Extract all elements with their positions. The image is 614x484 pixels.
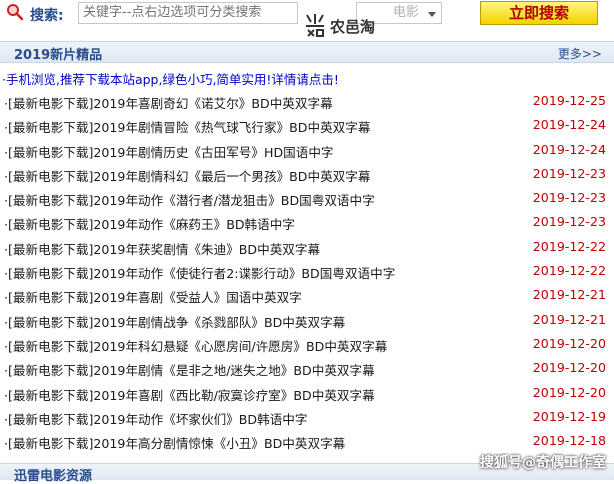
app-notice-link[interactable]: ·手机浏览,推荐下载本站app,绿色小巧,简单实用!详情请点击! xyxy=(2,69,339,88)
source-watermark: 搜狐号@奇偶工作室 xyxy=(480,455,606,471)
movie-title-link[interactable]: ·[最新电影下载]2019年动作《麻药王》BD韩语中字 xyxy=(4,214,295,233)
more-link[interactable]: 更多>> xyxy=(558,45,602,62)
movie-row: ·[最新电影下载]2019年动作《麻药王》BD韩语中字 2019-12-23 xyxy=(0,211,614,235)
movie-row: ·[最新电影下载]2019年喜剧奇幻《诺艾尔》BD中英双字幕 2019-12-25 xyxy=(0,90,614,114)
movie-title-link[interactable]: ·[最新电影下载]2019年剧情《是非之地/迷失之地》BD中英双字幕 xyxy=(4,360,375,379)
movie-row: ·[最新电影下载]2019年高分剧情惊悚《小丑》BD中英双字幕 2019-12-1… xyxy=(0,430,614,454)
movie-row: ·[最新电影下载]2019年获奖剧情《朱迪》BD中英双字幕 2019-12-22 xyxy=(0,236,614,260)
movie-row: ·[最新电影下载]2019年剧情冒险《热气球飞行家》BD中英双字幕 2019-12… xyxy=(0,114,614,138)
search-icon xyxy=(6,3,24,21)
movie-row: ·[最新电影下载]2019年喜剧《西比勒/寂寞诊疗室》BD中英双字幕 2019-1… xyxy=(0,382,614,406)
movie-date: 2019-12-23 xyxy=(532,190,606,206)
movie-row: ·[最新电影下载]2019年喜剧《受益人》国语中英双字 2019-12-21 xyxy=(0,284,614,308)
movie-date: 2019-12-22 xyxy=(532,263,606,279)
movie-title-link[interactable]: ·[最新电影下载]2019年科幻悬疑《心愿房间/许愿房》BD中英双字幕 xyxy=(4,336,387,355)
category-select-value: 电影 xyxy=(393,5,420,20)
movie-row: ·[最新电影下载]2019年动作《坏家伙们》BD韩语中字 2019-12-19 xyxy=(0,406,614,430)
section-header: 2019新片精品 更多>> xyxy=(0,41,614,63)
movie-row: ·[最新电影下载]2019年剧情科幻《最后一个男孩》BD中英双字幕 2019-12… xyxy=(0,163,614,187)
watermark-logo: 农邑淘 xyxy=(303,12,393,42)
movie-row: ·[最新电影下载]2019年科幻悬疑《心愿房间/许愿房》BD中英双字幕 2019-… xyxy=(0,333,614,357)
movie-date: 2019-12-21 xyxy=(532,311,606,327)
watermark-brand: 农邑淘 xyxy=(330,18,376,36)
search-input[interactable] xyxy=(78,2,298,24)
movie-date: 2019-12-20 xyxy=(532,360,606,376)
movie-date: 2019-12-18 xyxy=(532,433,606,449)
movie-title-link[interactable]: ·[最新电影下载]2019年喜剧《西比勒/寂寞诊疗室》BD中英双字幕 xyxy=(4,385,375,404)
movie-date: 2019-12-20 xyxy=(532,335,606,351)
movie-date: 2019-12-22 xyxy=(532,238,606,254)
search-label: 搜索: xyxy=(30,8,64,24)
movie-row: ·[最新电影下载]2019年剧情战争《杀戮部队》BD中英双字幕 2019-12-2… xyxy=(0,309,614,333)
movie-row: ·[最新电影下载]2019年动作《潜行者/潜龙狙击》BD国粤双语中字 2019-1… xyxy=(0,187,614,211)
movie-date: 2019-12-24 xyxy=(532,117,606,133)
movie-title-link[interactable]: ·[最新电影下载]2019年剧情战争《杀戮部队》BD中英双字幕 xyxy=(4,312,345,331)
bottom-section-title: 迅雷电影资源 xyxy=(14,469,93,484)
movie-date: 2019-12-19 xyxy=(532,408,606,424)
movie-title-link[interactable]: ·[最新电影下载]2019年喜剧奇幻《诺艾尔》BD中英双字幕 xyxy=(4,93,333,112)
movie-row: ·[最新电影下载]2019年动作《使徒行者2:谍影行动》BD国粤双语中字 2019… xyxy=(0,260,614,284)
search-button[interactable]: 立即搜索 xyxy=(480,1,598,25)
movie-list: ·[最新电影下载]2019年喜剧奇幻《诺艾尔》BD中英双字幕 2019-12-25… xyxy=(0,90,614,454)
movie-date: 2019-12-23 xyxy=(532,214,606,230)
movie-date: 2019-12-25 xyxy=(532,93,606,108)
section-title: 2019新片精品 xyxy=(14,48,103,63)
movie-title-link[interactable]: ·[最新电影下载]2019年剧情历史《古田军号》HD国语中字 xyxy=(4,142,334,161)
chevron-down-icon xyxy=(427,7,437,19)
movie-title-link[interactable]: ·[最新电影下载]2019年高分剧情惊悚《小丑》BD中英双字幕 xyxy=(4,433,345,452)
movie-title-link[interactable]: ·[最新电影下载]2019年喜剧《受益人》国语中英双字 xyxy=(4,287,302,306)
movie-title-link[interactable]: ·[最新电影下载]2019年动作《使徒行者2:谍影行动》BD国粤双语中字 xyxy=(4,263,395,282)
movie-date: 2019-12-20 xyxy=(532,384,606,400)
movie-date: 2019-12-24 xyxy=(532,141,606,157)
movie-title-link[interactable]: ·[最新电影下载]2019年动作《坏家伙们》BD韩语中字 xyxy=(4,409,308,428)
movie-row: ·[最新电影下载]2019年剧情历史《古田军号》HD国语中字 2019-12-24 xyxy=(0,139,614,163)
movie-title-link[interactable]: ·[最新电影下载]2019年剧情科幻《最后一个男孩》BD中英双字幕 xyxy=(4,166,370,185)
movie-title-link[interactable]: ·[最新电影下载]2019年剧情冒险《热气球飞行家》BD中英双字幕 xyxy=(4,117,370,136)
watermark-mark-icon xyxy=(303,12,327,42)
movie-date: 2019-12-23 xyxy=(532,165,606,181)
movie-title-link[interactable]: ·[最新电影下载]2019年获奖剧情《朱迪》BD中英双字幕 xyxy=(4,239,320,258)
movie-row: ·[最新电影下载]2019年剧情《是非之地/迷失之地》BD中英双字幕 2019-1… xyxy=(0,357,614,381)
movie-title-link[interactable]: ·[最新电影下载]2019年动作《潜行者/潜龙狙击》BD国粤双语中字 xyxy=(4,190,375,209)
movie-date: 2019-12-21 xyxy=(532,287,606,303)
